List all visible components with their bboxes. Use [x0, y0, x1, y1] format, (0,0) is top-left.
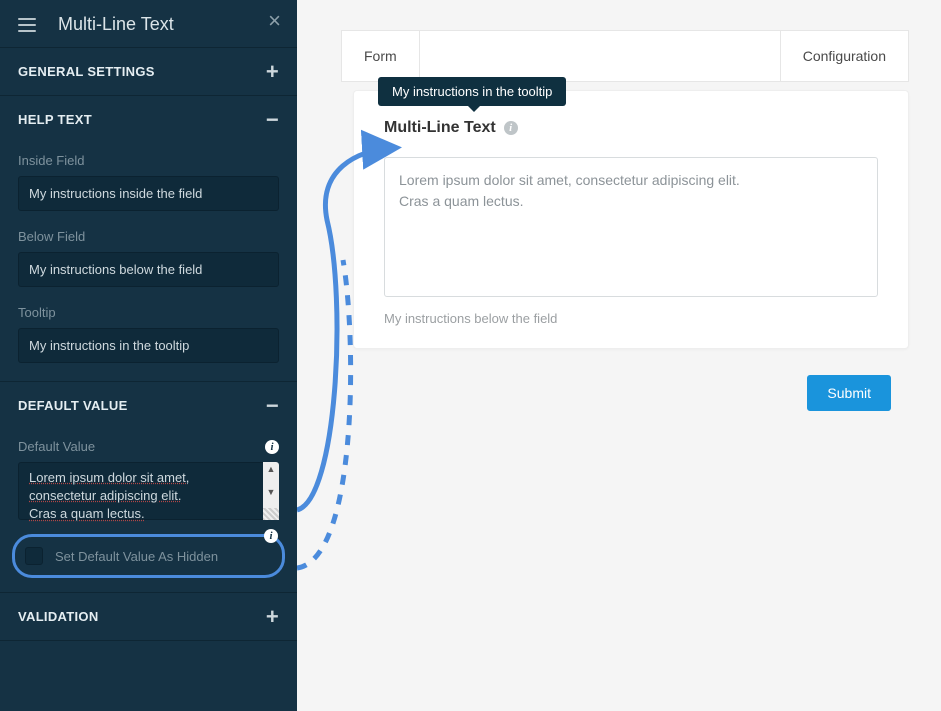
section-help-text[interactable]: HELP TEXT −	[0, 95, 297, 143]
scroll-up-icon[interactable]: ▲	[267, 462, 276, 476]
tooltip-label: Tooltip	[0, 295, 297, 328]
tabbar: Form Configuration	[341, 30, 909, 82]
scroll-down-icon[interactable]: ▼	[267, 485, 276, 499]
section-validation[interactable]: VALIDATION +	[0, 592, 297, 641]
submit-button[interactable]: Submit	[807, 375, 891, 411]
set-default-hidden-row: i Set Default Value As Hidden	[12, 534, 285, 578]
below-field-label: Below Field	[0, 219, 297, 252]
tooltip-text: My instructions in the tooltip	[392, 84, 552, 99]
collapse-icon: −	[266, 113, 279, 127]
section-label: GENERAL SETTINGS	[18, 64, 155, 79]
tooltip-popover: My instructions in the tooltip	[378, 77, 566, 106]
section-label: HELP TEXT	[18, 112, 92, 127]
info-icon[interactable]: i	[264, 529, 278, 543]
tab-label: Configuration	[803, 48, 886, 64]
tab-form[interactable]: Form	[342, 31, 420, 81]
default-value-textarea[interactable]: Lorem ipsum dolor sit amet, consectetur …	[18, 462, 279, 520]
settings-sidebar: Multi-Line Text × GENERAL SETTINGS + HEL…	[0, 0, 297, 711]
main-canvas: Form Configuration My instructions in th…	[297, 0, 941, 711]
sidebar-title: Multi-Line Text	[58, 14, 174, 35]
multiline-textarea[interactable]: Lorem ipsum dolor sit amet, consectetur …	[384, 157, 878, 297]
below-field-help-text: My instructions below the field	[384, 311, 878, 326]
submit-label: Submit	[827, 385, 871, 401]
inside-field-input[interactable]	[18, 176, 279, 211]
close-icon[interactable]: ×	[268, 10, 281, 32]
collapse-icon: −	[266, 399, 279, 413]
resize-handle-icon[interactable]	[263, 508, 279, 520]
inside-field-label: Inside Field	[0, 143, 297, 176]
tab-label: Form	[364, 48, 397, 64]
component-title: Multi-Line Text	[384, 119, 496, 137]
textarea-scrollbar[interactable]: ▲ ▼	[263, 462, 279, 520]
tooltip-input[interactable]	[18, 328, 279, 363]
below-field-input[interactable]	[18, 252, 279, 287]
form-card: My instructions in the tooltip Multi-Lin…	[353, 90, 909, 349]
hamburger-icon[interactable]	[18, 18, 36, 32]
default-value-label: Default Value	[18, 439, 95, 454]
hidden-checkbox-label: Set Default Value As Hidden	[55, 549, 218, 564]
section-label: DEFAULT VALUE	[18, 398, 128, 413]
section-default-value[interactable]: DEFAULT VALUE −	[0, 381, 297, 429]
section-general-settings[interactable]: GENERAL SETTINGS +	[0, 47, 297, 95]
tab-configuration[interactable]: Configuration	[780, 31, 908, 81]
expand-icon: +	[266, 65, 279, 79]
section-label: VALIDATION	[18, 609, 99, 624]
expand-icon: +	[266, 610, 279, 624]
hidden-checkbox[interactable]	[25, 547, 43, 565]
sidebar-header: Multi-Line Text ×	[0, 0, 297, 47]
info-icon[interactable]: i	[265, 440, 279, 454]
info-icon[interactable]: i	[504, 121, 518, 135]
